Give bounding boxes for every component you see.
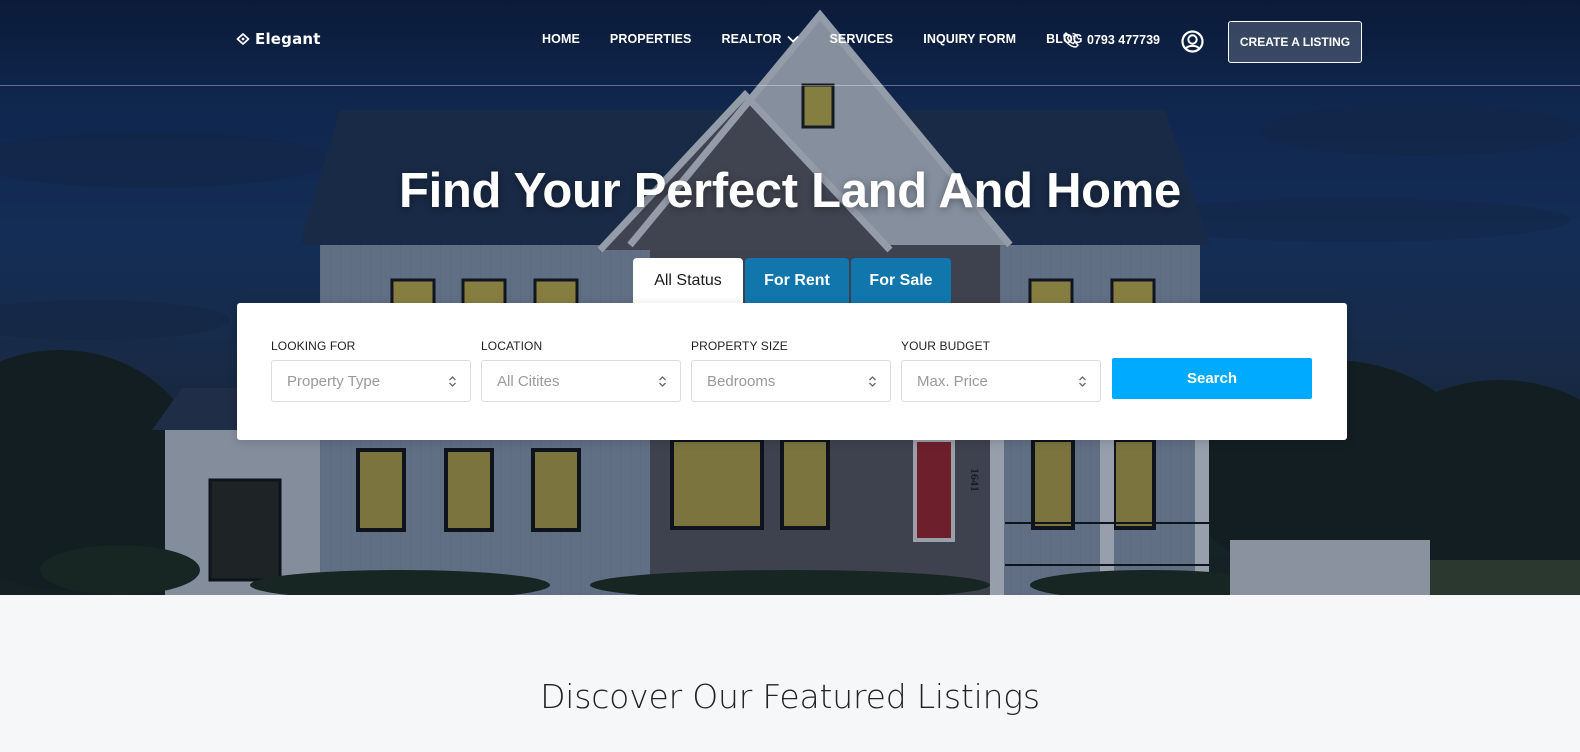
diamond-icon [236,33,250,45]
phone-link[interactable]: 0793 477739 [1062,31,1160,49]
hero-headline: Find Your Perfect Land And Home [398,164,1182,218]
sort-arrows-icon [659,375,666,387]
featured-title: Discover Our Featured Listings [540,677,1040,716]
nav-home[interactable]: HOME [542,32,580,46]
status-tabs: All Status For Rent For Sale [633,258,951,303]
tab-all-status[interactable]: All Status [633,258,743,303]
property-size-label: PROPERTY SIZE [691,339,788,353]
looking-for-field: LOOKING FOR Property Type [271,339,471,402]
budget-field: YOUR BUDGET Max. Price [901,339,1101,402]
chevron-down-icon [787,35,800,43]
nav-services[interactable]: SERVICES [829,32,893,46]
nav-realtor[interactable]: REALTOR [721,32,800,46]
bedrooms-value: Bedrooms [707,372,776,390]
create-listing-button[interactable]: CREATE A LISTING [1228,21,1362,63]
hero-section: 1641 Elegant HOME PROPERTIES REALTOR SER… [0,0,1580,595]
nav-realtor-label: REALTOR [721,32,782,46]
account-button[interactable] [1181,30,1204,58]
property-type-value: Property Type [287,372,381,390]
property-size-field: PROPERTY SIZE Bedrooms [691,339,891,402]
brand-logo[interactable]: Elegant [236,30,321,48]
bedrooms-select[interactable]: Bedrooms [691,360,891,402]
nav-inquiry-form[interactable]: INQUIRY FORM [923,32,1016,46]
location-label: LOCATION [481,339,543,353]
phone-number: 0793 477739 [1087,33,1160,47]
top-nav: Elegant HOME PROPERTIES REALTOR SERVICES… [0,0,1580,86]
max-price-value: Max. Price [917,372,988,390]
tab-for-rent[interactable]: For Rent [745,258,849,303]
max-price-select[interactable]: Max. Price [901,360,1101,402]
tab-for-sale[interactable]: For Sale [851,258,951,303]
main-nav: HOME PROPERTIES REALTOR SERVICES INQUIRY… [542,32,1113,46]
sort-arrows-icon [869,375,876,387]
sort-arrows-icon [449,375,456,387]
user-circle-icon [1181,30,1204,53]
location-value: All Citites [497,372,560,390]
location-field: LOCATION All Citites [481,339,681,402]
search-panel: LOOKING FOR Property Type LOCATION All C… [237,303,1347,440]
brand-name: Elegant [255,30,321,48]
looking-for-label: LOOKING FOR [271,339,356,353]
budget-label: YOUR BUDGET [901,339,991,353]
nav-properties[interactable]: PROPERTIES [610,32,692,46]
search-button[interactable]: Search [1112,358,1312,399]
phone-icon [1063,32,1079,48]
featured-section: Discover Our Featured Listings [0,595,1580,752]
location-select[interactable]: All Citites [481,360,681,402]
property-type-select[interactable]: Property Type [271,360,471,402]
sort-arrows-icon [1079,375,1086,387]
